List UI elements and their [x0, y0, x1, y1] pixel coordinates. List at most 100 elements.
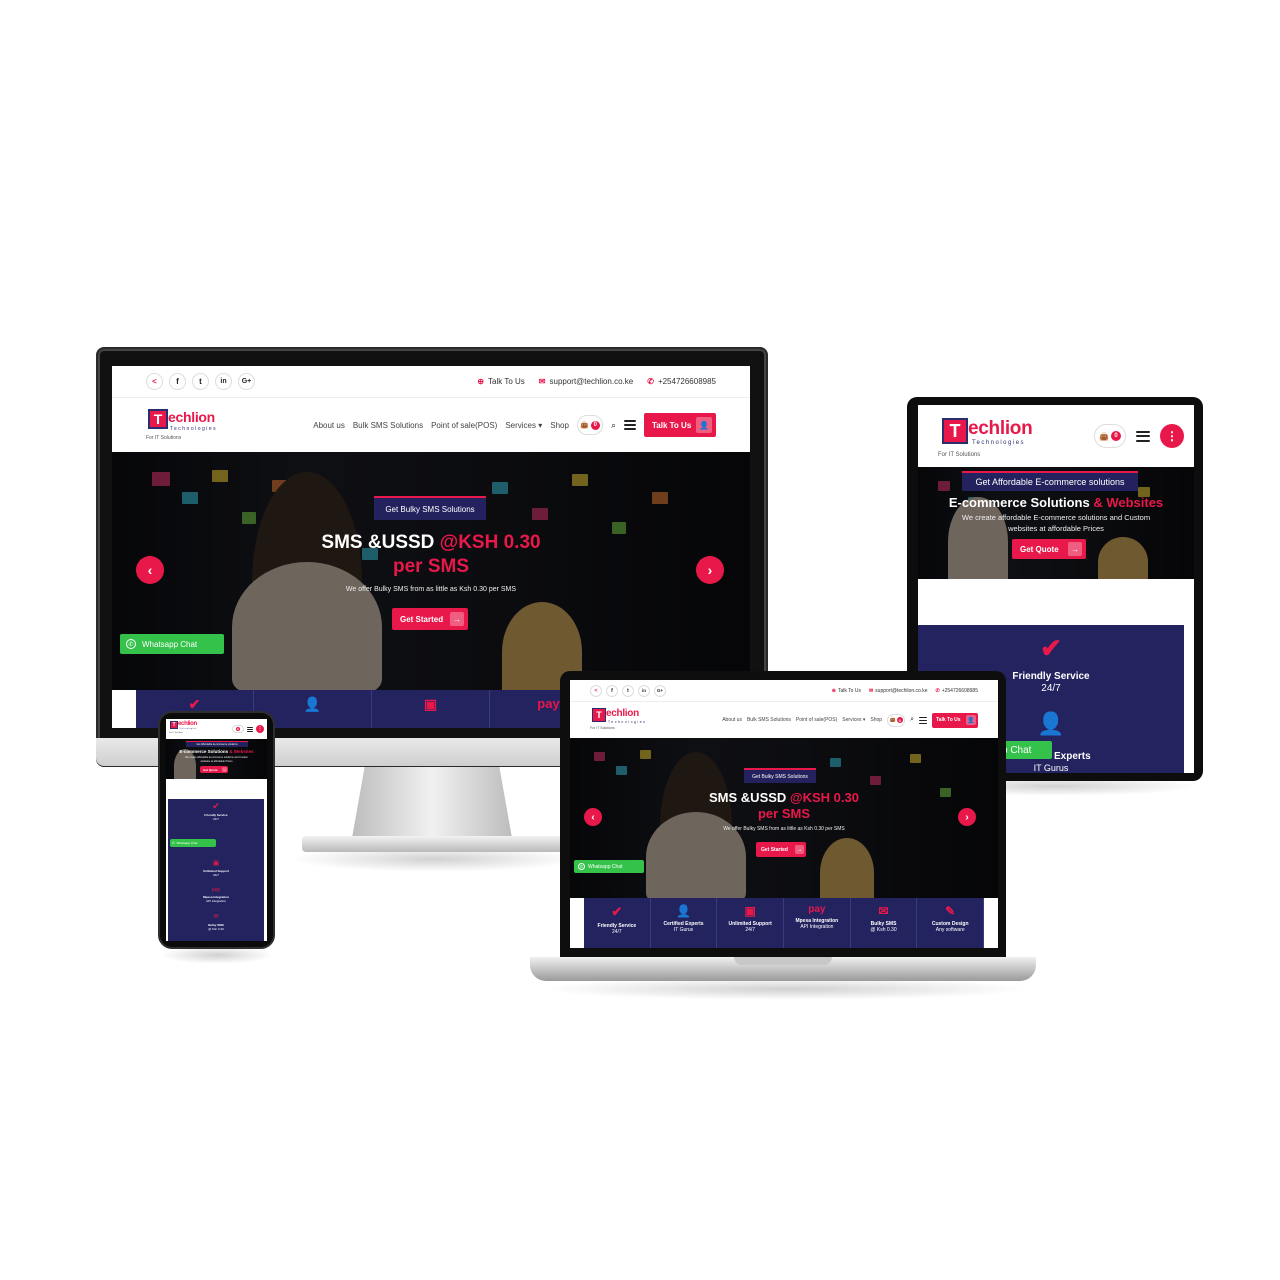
tablet-menu-icon[interactable] [1136, 430, 1150, 442]
more-options-icon[interactable]: ⋮ [1160, 424, 1184, 448]
talk-to-us-button[interactable]: Talk To Us 👤 [644, 413, 716, 437]
site-header: T echlion Technologies For IT Solutions … [112, 398, 750, 452]
logo-mark: T [148, 409, 168, 429]
talk-link-label: Talk To Us [837, 687, 861, 694]
phone-nav: 0 ⋮ [232, 725, 264, 733]
nav-pos[interactable]: Point of sale(POS) [431, 421, 497, 430]
monitor-base [302, 836, 564, 852]
twitter-icon[interactable]: t [622, 684, 634, 697]
laptop-get-started-button[interactable]: Get Started → [756, 842, 806, 857]
phone-logo-tagline: For IT Solutions [169, 732, 184, 734]
feature-sub: API Integration [800, 924, 834, 930]
checkmark-icon: ✔ [1040, 633, 1062, 663]
laptop-talk-to-us-label: Talk To Us [936, 717, 961, 723]
phone-screen: T echlion Technologies For IT Solutions … [166, 719, 267, 941]
phone-logo[interactable]: T echlion Technologies For IT Solutions [169, 720, 209, 738]
nav-pos[interactable]: Point of sale(POS) [796, 717, 837, 723]
search-icon[interactable]: ⌕ [910, 716, 914, 724]
nav-services[interactable]: Services ▾ [842, 717, 865, 723]
globe-icon: ⊕ [831, 687, 836, 694]
talk-link[interactable]: ⊕ Talk To Us [832, 688, 861, 694]
talk-link[interactable]: ⊕ Talk To Us [477, 377, 524, 386]
phone-whatsapp-chat-button[interactable]: ✆ Whatsapp Chat [170, 839, 216, 847]
feature-custom-design: ✎ Custom Design Any software [917, 898, 985, 948]
whatsapp-icon: ✆ [126, 639, 136, 649]
phone-get-quote-button[interactable]: Get Quote → [200, 766, 228, 773]
google-plus-icon[interactable]: G+ [654, 684, 666, 697]
menu-icon[interactable] [624, 420, 636, 430]
phone-icon: ✆ [647, 377, 654, 386]
hero-title-red: @KSH 0.30 [439, 532, 541, 553]
nav-services-label: Services [842, 717, 862, 723]
envelope-icon: ✉ [538, 377, 546, 386]
phone-cart-button[interactable]: 0 [232, 725, 244, 733]
design-icon: ✎ [945, 904, 956, 918]
tablet-hero-subtitle-1: We create affordable E-commerce solution… [961, 513, 1151, 522]
facebook-icon[interactable]: f [606, 684, 618, 697]
laptop-talk-to-us-button[interactable]: Talk To Us 👤 [932, 712, 978, 728]
email-link[interactable]: ✉ support@techlion.co.ke [539, 377, 633, 386]
whatsapp-icon: ✆ [578, 863, 585, 870]
laptop-cart-button[interactable]: 👜 0 [887, 713, 906, 727]
next-slide-button[interactable]: › [696, 556, 724, 584]
whatsapp-icon: ✆ [172, 841, 175, 845]
laptop-logo[interactable]: T echlion Technologies For IT Solutions [590, 706, 650, 734]
logo-sub: Technologies [170, 426, 218, 432]
bag-icon: 👜 [889, 717, 896, 723]
laptop-logo-tagline: For IT Solutions [590, 726, 615, 730]
google-plus-icon[interactable]: G+ [238, 373, 255, 390]
tablet-cart-count: 0 [1110, 431, 1121, 441]
linkedin-icon[interactable]: in [638, 684, 650, 697]
hero-title: SMS &USSD @KSH 0.30 [112, 532, 750, 554]
nav-shop[interactable]: Shop [550, 421, 569, 430]
whatsapp-chat-button[interactable]: ✆ Whatsapp Chat [120, 634, 224, 654]
mpesa-pay-icon: pay [808, 904, 826, 915]
user-icon: 👤 [966, 715, 976, 725]
nav-shop[interactable]: Shop [870, 717, 882, 723]
phone-link[interactable]: ✆ +254726608985 [936, 688, 979, 694]
share-icon[interactable]: < [590, 684, 602, 697]
tablet-logo[interactable]: T echlion Technologies For IT Solutions [928, 410, 1038, 462]
hero-subtitle: We offer Bulky SMS from as little as Ksh… [345, 586, 517, 593]
laptop-whatsapp-chat-button[interactable]: ✆ Whatsapp Chat [574, 860, 644, 873]
phone-hero-subtitle-1: We create affordable E-commerce solution… [185, 756, 248, 759]
laptop-cart-count: 0 [896, 717, 903, 723]
phone-feature-sub: 24/7 [213, 873, 219, 877]
feature-sub: IT Gurus [673, 927, 694, 933]
prev-slide-button[interactable]: ‹ [136, 556, 164, 584]
phone-more-options-icon[interactable]: ⋮ [256, 725, 264, 733]
facebook-icon[interactable]: f [169, 373, 186, 390]
laptop-menu-icon[interactable] [919, 716, 927, 724]
laptop-logo-mark: T [592, 708, 606, 722]
email-link[interactable]: ✉ support@techlion.co.ke [869, 688, 928, 694]
laptop-prev-slide-button[interactable]: ‹ [584, 808, 602, 826]
search-icon[interactable]: ⌕ [611, 420, 616, 431]
tablet-cart-button[interactable]: 👜 0 [1094, 424, 1126, 448]
phone-link[interactable]: ✆ +254726608985 [647, 377, 716, 386]
monitor-neck [352, 766, 512, 838]
nav-services[interactable]: Services ▾ [505, 421, 542, 430]
whatsapp-label: Whatsapp Chat [142, 639, 198, 649]
mouse-icon: ▣ [744, 904, 756, 918]
laptop-hero: Get Bulky SMS Solutions SMS &USSD @KSH 0… [570, 738, 998, 898]
phone-hero-title: E-commerce Solutions & Websites [166, 749, 267, 754]
laptop-next-slide-button[interactable]: › [958, 808, 976, 826]
get-quote-button[interactable]: Get Quote → [1012, 539, 1086, 559]
nav-bulk-sms[interactable]: Bulk SMS Solutions [353, 421, 423, 430]
arrow-right-icon: → [222, 767, 227, 772]
share-icon[interactable]: < [146, 373, 163, 390]
nav-bulk-sms[interactable]: Bulk SMS Solutions [747, 717, 791, 723]
tablet-logo-tagline: For IT Solutions [938, 452, 981, 458]
laptop-screen: < f t in G+ ⊕ Talk To Us ✉ support@techlio… [570, 680, 998, 948]
cart-button[interactable]: 👜 0 [576, 415, 603, 435]
laptop-hero-subtitle: We offer Bulky SMS from as little as Ksh… [723, 826, 845, 832]
nav-about[interactable]: About us [722, 717, 742, 723]
get-started-button[interactable]: Get Started → [392, 608, 468, 630]
nav-about[interactable]: About us [313, 421, 345, 430]
phone-hero-subtitle-2: websites at affordable Prices [200, 760, 233, 763]
logo[interactable]: T echlion Technologies For IT Solutions [146, 405, 236, 445]
linkedin-icon[interactable]: in [215, 373, 232, 390]
twitter-icon[interactable]: t [192, 373, 209, 390]
phone-menu-icon[interactable] [247, 726, 253, 732]
phone-whatsapp-label: Whatsapp Chat [176, 841, 198, 845]
